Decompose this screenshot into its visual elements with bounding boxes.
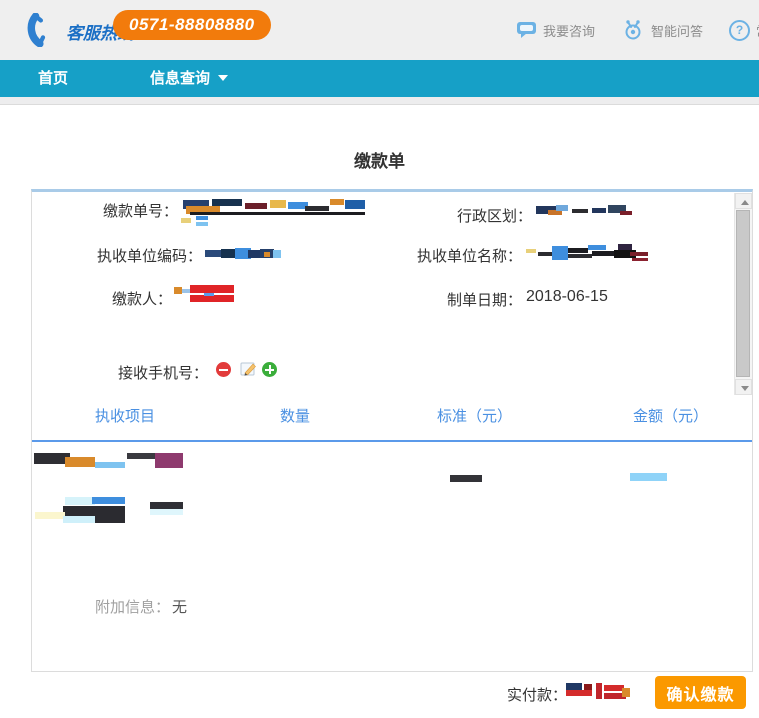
top-links: 我要咨询 智能问答 ? 常 — [516, 0, 759, 60]
phone-icon — [26, 13, 60, 47]
consult-link-label: 我要咨询 — [543, 21, 595, 40]
vertical-scrollbar[interactable] — [734, 193, 752, 395]
nav-item-home[interactable]: 首页 — [38, 60, 68, 97]
smart-qa-link-label: 智能问答 — [651, 21, 703, 40]
faq-link[interactable]: ? 常 — [729, 20, 759, 41]
table-header-divider — [32, 440, 752, 442]
top-header: 客服热线 0571-88808880 我要咨询 智能问答 — [0, 0, 759, 60]
page: 客服热线 0571-88808880 我要咨询 智能问答 — [0, 0, 759, 718]
scrollbar-thumb[interactable] — [736, 210, 750, 377]
nav-bar: 首页 信息查询 — [0, 60, 759, 97]
scroll-down-button[interactable] — [735, 379, 752, 395]
smart-qa-link[interactable]: 智能问答 — [621, 19, 703, 41]
table-header-item: 执收项目 — [95, 405, 155, 426]
page-title: 缴款单 — [0, 147, 759, 172]
question-circle-icon: ? — [729, 20, 750, 41]
consult-link[interactable]: 我要咨询 — [516, 21, 595, 40]
field-label-payer: 缴款人： — [112, 288, 172, 309]
robot-icon — [621, 19, 645, 41]
confirm-payment-button[interactable]: 确认缴款 — [655, 676, 746, 709]
actual-payment-label: 实付款： — [507, 684, 567, 705]
field-label-unit-name: 执收单位名称： — [417, 245, 522, 266]
field-label-receive-phone: 接收手机号： — [118, 362, 208, 383]
table-header-standard: 标准（元） — [437, 405, 512, 426]
add-phone-icon[interactable] — [262, 362, 277, 377]
chevron-down-icon — [218, 75, 228, 81]
payment-form-panel: 缴款单号： 行政区划： 执收单位编码： — [31, 189, 753, 672]
hotline-number-badge: 0571-88808880 — [113, 10, 271, 40]
field-label-bill-date: 制单日期： — [447, 289, 522, 310]
extra-info-value: 无 — [172, 596, 187, 617]
extra-info-label: 附加信息： — [95, 596, 170, 617]
field-label-admin-division: 行政区划： — [457, 205, 532, 226]
remove-phone-icon[interactable] — [216, 362, 231, 377]
nav-item-info-query[interactable]: 信息查询 — [150, 60, 228, 97]
bill-date-value: 2018-06-15 — [526, 288, 608, 306]
table-header-quantity: 数量 — [280, 405, 310, 426]
nav-item-info-query-label: 信息查询 — [150, 70, 210, 87]
edit-phone-icon[interactable] — [240, 361, 257, 377]
field-label-bill-number: 缴款单号： — [103, 200, 178, 221]
table-header-amount: 金额（元） — [633, 405, 708, 426]
scroll-up-button[interactable] — [735, 193, 752, 209]
chat-bubble-icon — [516, 21, 537, 39]
nav-divider — [0, 97, 759, 105]
field-label-unit-code: 执收单位编码： — [97, 245, 202, 266]
